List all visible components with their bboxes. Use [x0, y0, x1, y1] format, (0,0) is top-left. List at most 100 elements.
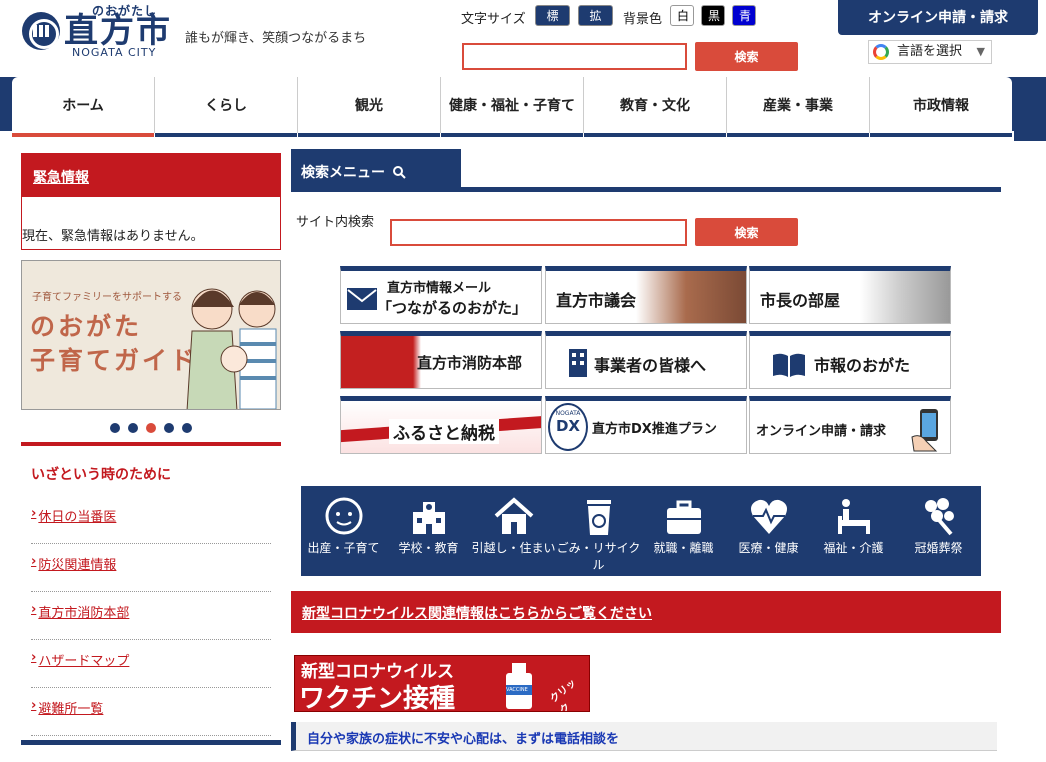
bg-black-button[interactable]: 黒	[701, 5, 725, 26]
header-search-button[interactable]: 検索	[695, 42, 798, 71]
carousel-dot[interactable]	[164, 423, 174, 433]
bg-color-label: 背景色	[623, 12, 663, 27]
emergency-preparedness-panel: いざという時のために › 休日の当番医 › 防災関連情報 › 直方市消防本部 › ハザー…	[21, 442, 281, 736]
dx-logo-top: NOGATA	[555, 410, 581, 417]
covid-info-link[interactable]: 新型コロナウイルス関連情報はこちらからご覧ください	[291, 591, 1001, 633]
smartphone-icon	[911, 409, 938, 452]
safety-link-label: 避難所一覧	[38, 702, 104, 717]
category-label: 福祉・介護	[823, 541, 884, 555]
carousel-dot[interactable]	[128, 423, 138, 433]
book-icon	[773, 353, 805, 377]
tile-mail-line2: 「つながるのおがた」	[377, 299, 528, 317]
tile-info-mail[interactable]: 直方市情報メール 「つながるのおがた」	[340, 266, 542, 324]
font-size-label: 文字サイズ	[461, 12, 526, 27]
nav-item-home[interactable]: ホーム	[12, 77, 155, 137]
tagline: 誰もが輝き、笑顔つながるまち	[185, 31, 367, 46]
tile-online-application[interactable]: オンライン申請・請求	[749, 396, 951, 454]
site-search-input[interactable]	[390, 219, 687, 246]
banner-title-line2: 子育てガイド	[30, 346, 199, 375]
header-search-input[interactable]	[462, 43, 687, 70]
carousel-dot[interactable]	[182, 423, 192, 433]
bg-white-button[interactable]: 白	[670, 5, 694, 26]
tile-business[interactable]: 事業者の皆様へ	[545, 331, 747, 389]
tile-online-label: オンライン申請・請求	[756, 424, 887, 439]
safety-title: いざという時のために	[31, 467, 171, 483]
category-label: 学校・教育	[398, 541, 459, 555]
online-application-button[interactable]: オンライン申請・請求	[838, 0, 1038, 35]
emergency-panel: 緊急情報 現在、緊急情報はありません。	[21, 153, 281, 250]
bg-blue-button[interactable]: 青	[732, 5, 756, 26]
language-select[interactable]: 言語を選択 ▼	[868, 40, 992, 64]
category-label: 就職・離職	[653, 541, 714, 555]
school-icon	[412, 502, 445, 534]
chevron-down-icon: ▼	[976, 45, 985, 58]
safety-link-disaster[interactable]: › 防災関連情報	[31, 544, 271, 592]
search-menu-underline	[291, 187, 1001, 192]
category-employment[interactable]: 就職・離職	[641, 486, 726, 576]
baby-icon	[325, 497, 362, 535]
google-icon	[873, 44, 889, 60]
tile-fire-label: 直方市消防本部	[417, 354, 523, 372]
category-label: ごみ・リサイクル	[556, 541, 641, 572]
dx-logo-text: DX	[555, 417, 581, 435]
category-childbirth[interactable]: 出産・子育て	[301, 486, 386, 576]
family-illustration-icon	[186, 288, 277, 409]
nav-item-health[interactable]: 健康・福祉・子育て	[441, 77, 584, 137]
site-search-button[interactable]: 検索	[695, 218, 798, 246]
safety-link-fire-dept[interactable]: › 直方市消防本部	[31, 592, 271, 640]
mail-icon	[347, 288, 377, 310]
emergency-title[interactable]: 緊急情報	[22, 154, 280, 197]
tile-business-label: 事業者の皆様へ	[594, 356, 707, 375]
category-school[interactable]: 学校・教育	[386, 486, 471, 576]
nav-item-tourism[interactable]: 観光	[298, 77, 441, 137]
chevron-right-icon: ›	[31, 602, 37, 617]
category-ceremonies[interactable]: 冠婚葬祭	[896, 486, 981, 576]
tile-newsletter-label: 市報のおがた	[814, 356, 911, 375]
safety-link-label: ハザードマップ	[38, 654, 130, 669]
briefcase-icon	[666, 500, 701, 534]
safety-link-hazard-map[interactable]: › ハザードマップ	[31, 640, 271, 688]
global-nav: ホーム くらし 観光 健康・福祉・子育て 教育・文化 産業・事業 市政情報	[12, 77, 1012, 137]
category-label: 出産・子育て	[307, 541, 380, 555]
vaccine-bottle-icon	[506, 663, 532, 709]
tile-furusato-tax[interactable]: ふるさと納税	[340, 396, 542, 454]
tile-city-newsletter[interactable]: 市報のおがた	[749, 331, 951, 389]
category-label: 医療・健康	[738, 541, 799, 555]
nav-item-government[interactable]: 市政情報	[870, 77, 1012, 137]
tile-dx-plan[interactable]: NOGATA DX 直方市DX推進プラン	[545, 396, 747, 454]
safety-link-shelters[interactable]: › 避難所一覧	[31, 688, 271, 736]
category-medical[interactable]: 医療・健康	[726, 486, 811, 576]
carousel-dots	[110, 423, 192, 433]
category-menu: 出産・子育て 学校・教育 引越し・住まい ごみ・リサイクル 就職・離職 医療・健…	[301, 486, 981, 576]
childcare-guide-banner[interactable]: 子育てファミリーをサポートする のおがた 子育てガイド	[21, 260, 281, 410]
category-welfare[interactable]: 福祉・介護	[811, 486, 896, 576]
banner-subtitle: 子育てファミリーをサポートする	[32, 292, 182, 303]
nav-item-industry[interactable]: 産業・事業	[727, 77, 870, 137]
category-recycling[interactable]: ごみ・リサイクル	[556, 486, 641, 576]
font-large-button[interactable]: 拡大	[578, 5, 613, 44]
safety-link-label: 防災関連情報	[38, 558, 117, 573]
tile-council-label: 直方市議会	[556, 291, 637, 310]
tile-mayor-room[interactable]: 市長の部屋	[749, 266, 951, 324]
house-icon	[494, 497, 533, 534]
tile-mail-line1: 直方市情報メール	[387, 281, 492, 296]
carousel-dot-active[interactable]	[146, 423, 156, 433]
care-bed-icon	[837, 499, 870, 534]
safety-link-label: 休日の当番医	[38, 510, 117, 525]
search-icon	[392, 166, 406, 179]
phone-consult-notice[interactable]: 自分や家族の症状に不安や心配は、まずは電話相談を	[291, 722, 997, 751]
category-housing[interactable]: 引越し・住まい	[471, 486, 556, 576]
tile-city-council[interactable]: 直方市議会	[545, 266, 747, 324]
logo-name[interactable]: 直方市	[64, 12, 172, 50]
nav-item-living[interactable]: くらし	[155, 77, 298, 137]
vaccine-banner[interactable]: 新型コロナウイルス ワクチン接種 VACCINE クリック	[294, 655, 590, 712]
nav-item-education[interactable]: 教育・文化	[584, 77, 727, 137]
chevron-right-icon: ›	[31, 650, 37, 665]
city-logo-icon[interactable]	[22, 12, 60, 50]
vaccine-click-label: クリック	[548, 677, 579, 712]
tile-fire-department[interactable]: 直方市消防本部	[340, 331, 542, 389]
safety-link-holiday-doctor[interactable]: › 休日の当番医	[31, 496, 271, 544]
font-standard-button[interactable]: 標準	[535, 5, 570, 44]
carousel-dot[interactable]	[110, 423, 120, 433]
tile-mayor-label: 市長の部屋	[760, 291, 841, 310]
